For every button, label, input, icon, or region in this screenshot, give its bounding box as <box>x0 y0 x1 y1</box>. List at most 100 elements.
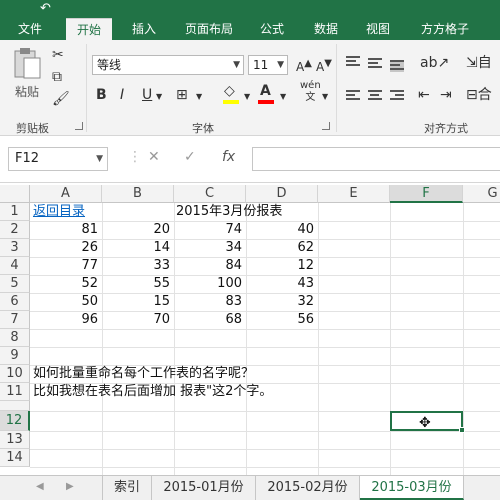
cell-b6[interactable]: 15 <box>102 293 174 311</box>
font-color-icon[interactable]: A <box>258 82 274 104</box>
row-header-1[interactable]: 1 <box>0 203 30 221</box>
column-header-d[interactable]: D <box>246 185 318 203</box>
bold-icon[interactable]: B <box>96 86 107 104</box>
cell-a4[interactable]: 77 <box>30 257 102 275</box>
insert-function-icon[interactable]: fx <box>222 149 235 165</box>
row-header-12[interactable]: 12 <box>0 411 30 431</box>
font-size-select[interactable]: 11 ▼ <box>248 55 288 75</box>
cell-d5[interactable]: 43 <box>246 275 318 293</box>
cell-a11-note[interactable]: 比如我想在表名后面增加 报表"这2个字。 <box>33 383 272 401</box>
row-header-8[interactable]: 8 <box>0 329 30 347</box>
font-name-select[interactable]: 等线 ▼ <box>92 55 244 75</box>
increase-font-icon[interactable]: A▲ <box>296 55 312 76</box>
tab-data[interactable]: 数据 <box>306 18 346 40</box>
tab-home[interactable]: 开始 <box>66 18 112 40</box>
cell-c3[interactable]: 34 <box>174 239 246 257</box>
cell-a2[interactable]: 81 <box>30 221 102 239</box>
tab-view[interactable]: 视图 <box>358 18 398 40</box>
chevron-down-icon[interactable]: ▼ <box>322 88 328 106</box>
cell-a1-link[interactable]: 返回目录 <box>33 203 85 221</box>
column-header-g[interactable]: G <box>463 185 500 203</box>
paste-button[interactable]: 粘贴 <box>10 46 44 106</box>
scroll-left-icon[interactable]: ◀ <box>36 481 44 492</box>
column-header-a[interactable]: A <box>30 185 102 203</box>
row-header-6[interactable]: 6 <box>0 293 30 311</box>
format-painter-icon[interactable]: 🖌 <box>52 90 70 108</box>
italic-icon[interactable]: I <box>120 86 124 104</box>
fill-color-icon[interactable]: ◇ <box>223 82 239 104</box>
row-header-2[interactable]: 2 <box>0 221 30 239</box>
align-bottom-icon[interactable] <box>390 60 404 72</box>
cell-b3[interactable]: 14 <box>102 239 174 257</box>
chevron-down-icon[interactable]: ▼ <box>156 88 162 106</box>
cell-c7[interactable]: 68 <box>174 311 246 329</box>
chevron-down-icon[interactable]: ▼ <box>280 88 286 106</box>
sheet-tab-2015-01[interactable]: 2015-01月份 <box>152 476 256 500</box>
formula-input[interactable] <box>252 147 500 171</box>
sheet-tab-index[interactable]: 索引 <box>102 476 152 500</box>
clipboard-launcher[interactable] <box>75 122 83 130</box>
cell-d6[interactable]: 32 <box>246 293 318 311</box>
sheet-tab-2015-03[interactable]: 2015-03月份 <box>360 476 464 500</box>
cell-b2[interactable]: 20 <box>102 221 174 239</box>
fill-handle[interactable] <box>459 427 465 433</box>
cancel-icon[interactable]: ✕ <box>148 149 160 165</box>
row-header-13[interactable]: 13 <box>0 431 30 449</box>
copy-icon[interactable]: ⧉ <box>52 68 62 86</box>
wrap-text-icon[interactable]: ⇲自 <box>466 54 492 72</box>
cell-b5[interactable]: 55 <box>102 275 174 293</box>
align-center-icon[interactable] <box>368 90 382 102</box>
cell-d7[interactable]: 56 <box>246 311 318 329</box>
cell-c4[interactable]: 84 <box>174 257 246 275</box>
cell-a6[interactable]: 50 <box>30 293 102 311</box>
undo-icon[interactable]: ↶ <box>40 1 51 16</box>
underline-icon[interactable]: U <box>142 86 152 104</box>
row-header-9[interactable]: 9 <box>0 347 30 365</box>
cell-a3[interactable]: 26 <box>30 239 102 257</box>
enter-icon[interactable]: ✓ <box>184 149 196 165</box>
cell-d4[interactable]: 12 <box>246 257 318 275</box>
row-header-4[interactable]: 4 <box>0 257 30 275</box>
cell-c1-title[interactable]: 2015年3月份报表 <box>176 203 282 221</box>
tab-insert[interactable]: 插入 <box>124 18 164 40</box>
cell-d2[interactable]: 40 <box>246 221 318 239</box>
orientation-icon[interactable]: ab↗ <box>420 54 449 72</box>
row-header-3[interactable]: 3 <box>0 239 30 257</box>
tab-file[interactable]: 文件 <box>8 18 52 40</box>
sheet-tab-2015-02[interactable]: 2015-02月份 <box>256 476 360 500</box>
cell-c6[interactable]: 83 <box>174 293 246 311</box>
font-launcher[interactable] <box>322 122 330 130</box>
decrease-font-icon[interactable]: A▼ <box>316 55 332 76</box>
column-header-b[interactable]: B <box>102 185 174 203</box>
align-left-icon[interactable] <box>346 90 360 102</box>
tab-page-layout[interactable]: 页面布局 <box>178 18 240 40</box>
phonetic-icon[interactable]: wén 文 <box>300 80 321 104</box>
tab-formulas[interactable]: 公式 <box>252 18 292 40</box>
chevron-down-icon[interactable]: ▼ <box>196 88 202 106</box>
align-right-icon[interactable] <box>390 90 404 102</box>
row-header-5[interactable]: 5 <box>0 275 30 293</box>
cell-d3[interactable]: 62 <box>246 239 318 257</box>
scroll-right-icon[interactable]: ▶ <box>66 481 74 492</box>
column-header-c[interactable]: C <box>174 185 246 203</box>
cell-c5[interactable]: 100 <box>174 275 246 293</box>
select-all-corner[interactable] <box>0 185 30 203</box>
align-middle-icon[interactable] <box>368 58 382 70</box>
column-header-e[interactable]: E <box>318 185 390 203</box>
increase-indent-icon[interactable]: ⇥ <box>440 86 452 104</box>
row-header-10[interactable]: 10 <box>0 365 30 383</box>
align-top-icon[interactable] <box>346 56 360 68</box>
cell-b7[interactable]: 70 <box>102 311 174 329</box>
cell-a5[interactable]: 52 <box>30 275 102 293</box>
column-header-f[interactable]: F <box>390 185 463 203</box>
row-header-14[interactable]: 14 <box>0 449 30 467</box>
chevron-down-icon[interactable]: ▼ <box>244 88 250 106</box>
merge-center-icon[interactable]: ⊟合 <box>466 86 492 104</box>
name-box[interactable]: F12 ▼ <box>8 147 108 171</box>
border-icon[interactable]: ⊞ <box>176 86 188 104</box>
cut-icon[interactable]: ✂ <box>52 46 64 64</box>
cell-a10-note[interactable]: 如何批量重命名每个工作表的名字呢？ <box>33 365 254 383</box>
decrease-indent-icon[interactable]: ⇤ <box>418 86 430 104</box>
tab-fangfang[interactable]: 方方格子 <box>414 18 476 40</box>
cell-c2[interactable]: 74 <box>174 221 246 239</box>
